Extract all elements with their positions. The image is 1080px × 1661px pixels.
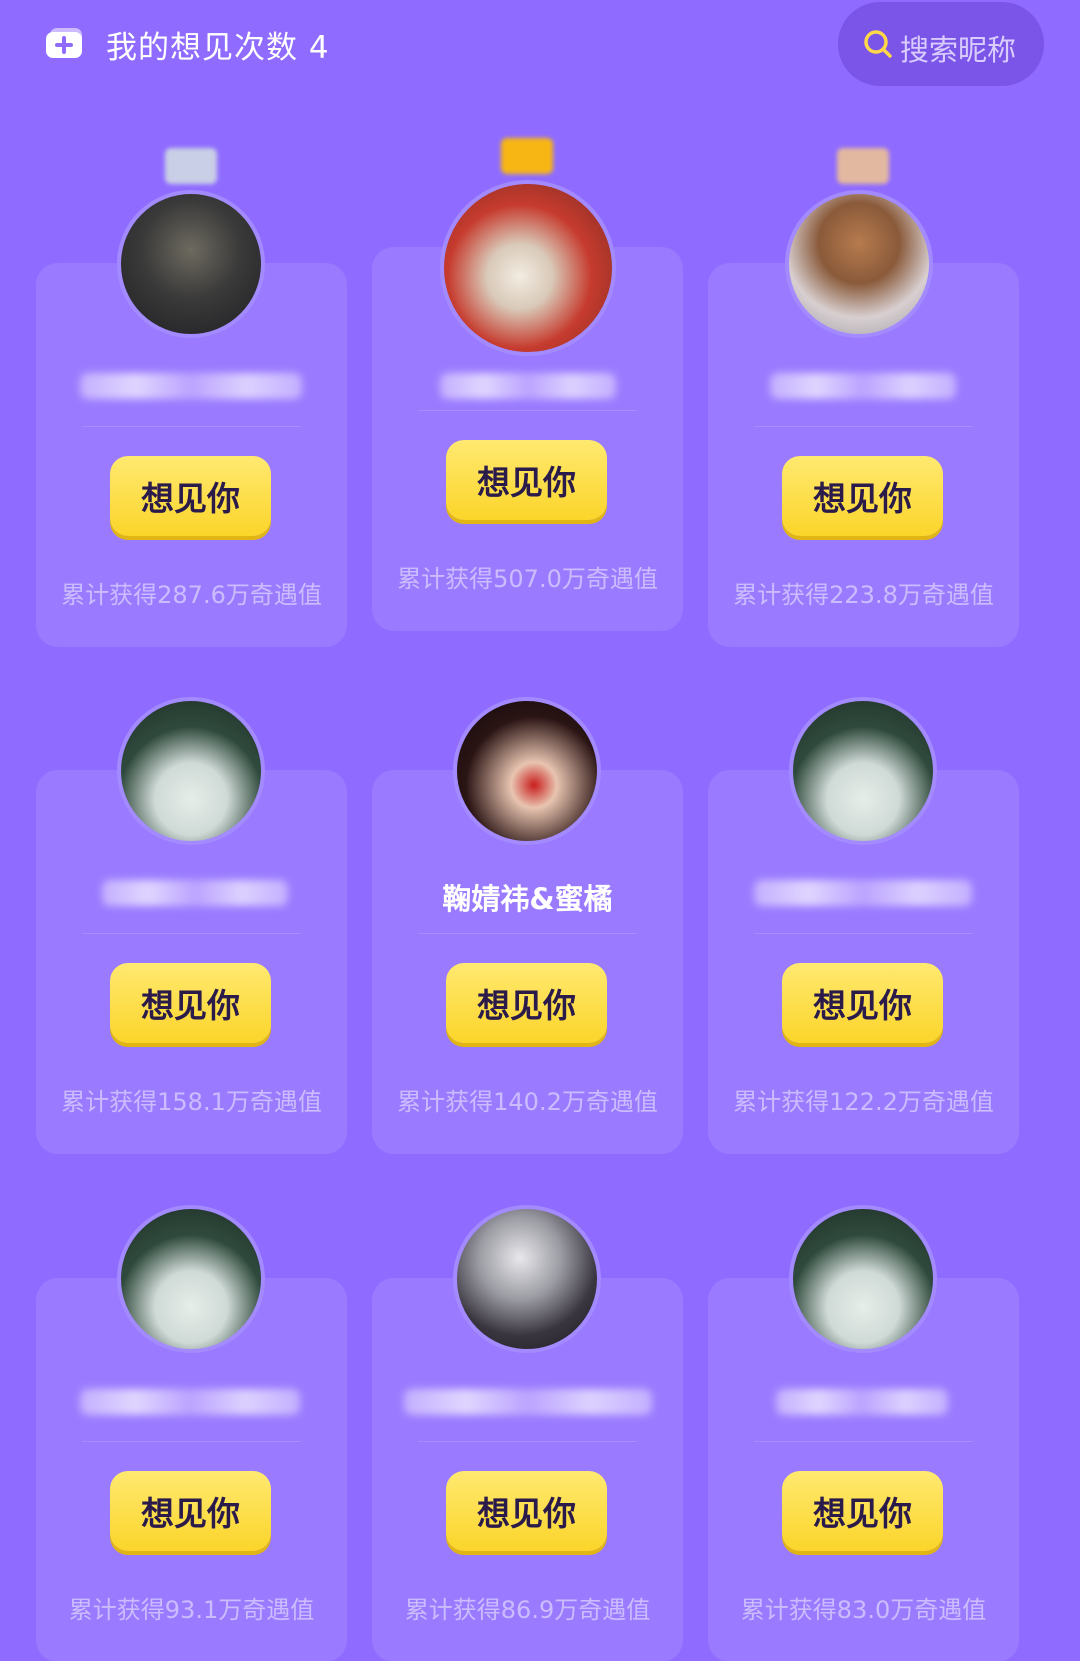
blurred-username xyxy=(80,373,302,399)
want-to-see-button[interactable]: 想见你 xyxy=(110,963,271,1043)
want-to-see-button[interactable]: 想见你 xyxy=(782,456,943,536)
want-to-see-button[interactable]: 想见你 xyxy=(446,1471,607,1551)
stats-text: 累计获得223.8万奇遇值 xyxy=(733,581,994,609)
page: 我的想见次数 4 搜索昵称 想见你 累计获得287.6万奇遇值 想见你 累计获得… xyxy=(0,0,1080,1661)
want-to-see-button[interactable]: 想见你 xyxy=(782,963,943,1043)
card-divider xyxy=(754,1441,973,1442)
want-to-see-button[interactable]: 想见你 xyxy=(110,456,271,536)
blurred-username xyxy=(102,880,288,906)
want-to-see-button[interactable]: 想见你 xyxy=(782,1471,943,1551)
avatar[interactable] xyxy=(789,1205,937,1353)
stats-text: 累计获得140.2万奇遇值 xyxy=(397,1088,658,1116)
rank-badge-bronze xyxy=(837,148,889,184)
rank-badge-silver xyxy=(165,148,217,184)
avatar[interactable] xyxy=(453,1205,601,1353)
card-divider xyxy=(82,933,301,934)
blurred-username xyxy=(440,373,616,399)
want-to-see-button[interactable]: 想见你 xyxy=(110,1471,271,1551)
blurred-username xyxy=(404,1389,652,1415)
header: 我的想见次数 4 搜索昵称 xyxy=(0,0,1080,90)
username: 鞠婧祎&蜜橘 xyxy=(442,882,613,916)
card-divider xyxy=(418,1441,637,1442)
stats-text: 累计获得122.2万奇遇值 xyxy=(733,1088,994,1116)
stats-text: 累计获得287.6万奇遇值 xyxy=(61,581,322,609)
blurred-username xyxy=(776,1389,948,1415)
stats-text: 累计获得158.1万奇遇值 xyxy=(61,1088,322,1116)
card-divider xyxy=(418,933,637,934)
card-divider xyxy=(82,426,301,427)
stats-text: 累计获得83.0万奇遇值 xyxy=(740,1596,987,1624)
avatar[interactable] xyxy=(785,190,933,338)
blurred-username xyxy=(80,1389,300,1415)
card-divider xyxy=(754,933,973,934)
header-title: 我的想见次数 4 xyxy=(106,30,330,66)
stats-text: 累计获得93.1万奇遇值 xyxy=(68,1596,315,1624)
rank-badge-gold xyxy=(501,138,553,174)
want-to-see-button[interactable]: 想见你 xyxy=(446,963,607,1043)
ticket-icon xyxy=(46,28,82,58)
blurred-username xyxy=(754,880,972,906)
card-divider xyxy=(82,1441,301,1442)
search-placeholder: 搜索昵称 xyxy=(900,33,1017,67)
want-to-see-button[interactable]: 想见你 xyxy=(446,440,607,520)
avatar[interactable] xyxy=(453,697,601,845)
card-divider xyxy=(754,426,973,427)
avatar[interactable] xyxy=(117,1205,265,1353)
search-icon xyxy=(864,30,892,58)
avatar[interactable] xyxy=(117,190,265,338)
avatar[interactable] xyxy=(789,697,937,845)
avatar[interactable] xyxy=(117,697,265,845)
card-divider xyxy=(418,410,637,411)
stats-text: 累计获得86.9万奇遇值 xyxy=(404,1596,651,1624)
blurred-username xyxy=(770,373,956,399)
search-input[interactable]: 搜索昵称 xyxy=(838,2,1044,86)
stats-text: 累计获得507.0万奇遇值 xyxy=(397,565,658,593)
avatar[interactable] xyxy=(440,180,616,356)
